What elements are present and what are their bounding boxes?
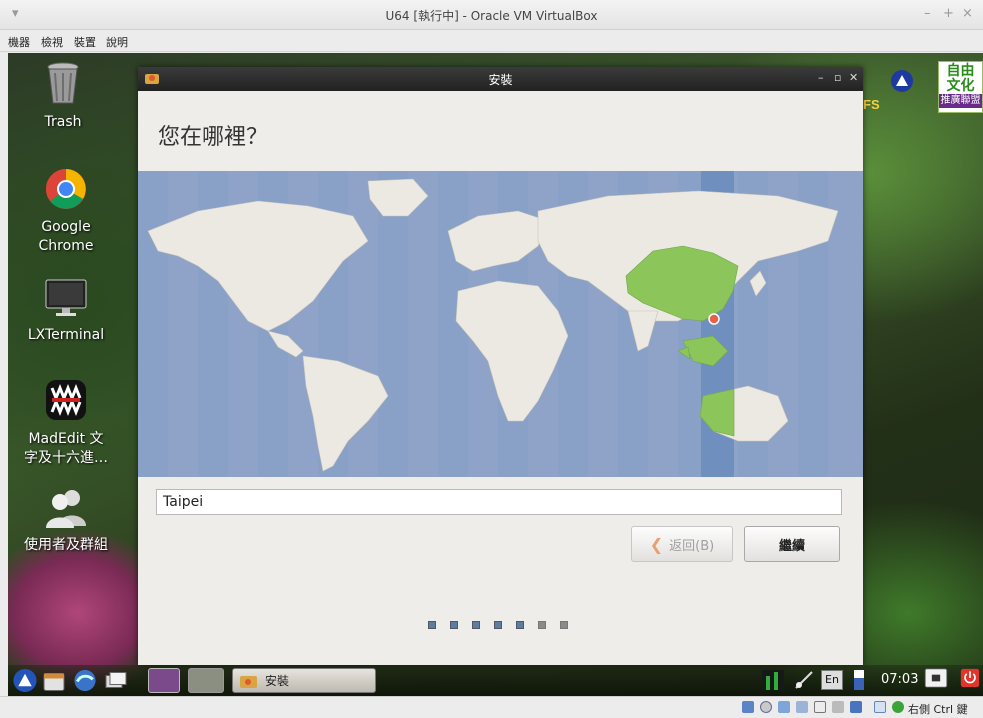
shared-folder-status-icon[interactable] (814, 701, 826, 713)
usb-status-icon[interactable] (832, 701, 844, 713)
desktop-icon-lxterminal[interactable]: LXTerminal (11, 278, 121, 345)
host-titlebar: ▾ U64 [執行中] - Oracle VM VirtualBox – + × (0, 0, 983, 30)
lxterminal-label: LXTerminal (27, 327, 105, 343)
back-button[interactable]: ❮ 返回(B) (631, 526, 733, 562)
trash-label: Trash (44, 114, 82, 130)
power-button-icon[interactable] (958, 668, 982, 688)
host-statusbar: 右側 Ctrl 鍵 (0, 696, 983, 718)
menu-launcher-icon[interactable] (12, 668, 38, 693)
desktop-icon-trash[interactable]: Trash (8, 61, 118, 132)
display-status-icon[interactable] (850, 701, 862, 713)
mouse-integration-icon[interactable] (892, 701, 904, 713)
installer-minimize-button[interactable]: – (818, 71, 824, 84)
chrome-icon (46, 169, 86, 209)
taskbar-window-label: 安裝 (265, 674, 290, 688)
step-dot (472, 621, 480, 629)
timezone-map[interactable] (138, 171, 863, 477)
guest-desktop: Trash Google Chrome LXTerminal MadEdit 文… (8, 53, 983, 696)
menu-machine[interactable]: 機器 (8, 34, 30, 50)
page-heading: 您在哪裡？ (158, 125, 269, 150)
menu-help[interactable]: 說明 (106, 34, 128, 50)
battery-icon (854, 670, 864, 690)
logo-text-top: 自由 (946, 63, 975, 79)
chrome-label-line1: Google (41, 219, 91, 235)
host-window-title: U64 [執行中] - Oracle VM VirtualBox (385, 9, 598, 23)
show-desktop-icon[interactable] (104, 669, 128, 694)
city-input[interactable]: Taipei (156, 489, 842, 515)
language-indicator[interactable]: En (821, 670, 843, 690)
installer-titlebar[interactable]: 安裝 – ▫ ✕ (138, 67, 863, 91)
workspace-2[interactable] (188, 668, 224, 693)
pen-status-icon[interactable] (778, 701, 790, 713)
step-indicator (428, 621, 568, 629)
step-dot (560, 621, 568, 629)
cpu-monitor-icon (762, 670, 784, 690)
desktop-icon-users[interactable]: 使用者及群組 (11, 488, 121, 555)
continue-button-label: 繼續 (778, 538, 805, 554)
step-dot (516, 621, 524, 629)
madedit-label-line1: MadEdit 文 (28, 431, 104, 447)
menu-view[interactable]: 檢視 (41, 34, 63, 50)
host-close-button[interactable]: × (962, 6, 973, 21)
installer-title: 安裝 (488, 73, 513, 87)
installer-window: 安裝 – ▫ ✕ 您在哪裡？ Taipei ❮ 返回(B) 繼續 (138, 67, 863, 665)
fs-logo-icon (890, 69, 914, 97)
screen-lock-icon[interactable] (922, 668, 950, 688)
monitor-icon (45, 279, 87, 316)
file-manager-icon[interactable] (42, 669, 66, 694)
desktop-icon-chrome[interactable]: Google Chrome (11, 168, 121, 256)
users-icon (46, 490, 86, 528)
host-key-label: 右側 Ctrl 鍵 (908, 703, 968, 716)
host-maximize-button[interactable]: + (943, 6, 954, 21)
back-button-label: 返回(B) (669, 538, 715, 554)
taskbar-window-installer[interactable]: 安裝 (232, 668, 376, 693)
clock[interactable]: 07:03 (881, 672, 918, 687)
madedit-label-line2: 字及十六進… (24, 450, 108, 466)
logo-text-mid: 文化 (946, 78, 975, 94)
logo-text-bottom: 推廣聯盟 (939, 94, 982, 108)
installer-close-button[interactable]: ✕ (849, 71, 858, 84)
installer-task-icon (240, 675, 257, 688)
host-menubar: 機器 檢視 裝置 說明 (0, 30, 983, 52)
step-dot (538, 621, 546, 629)
optical-status-icon[interactable] (760, 701, 772, 713)
browser-icon[interactable] (72, 668, 98, 693)
network-status-icon[interactable] (796, 701, 808, 713)
hdd-status-icon[interactable] (742, 701, 754, 713)
free-culture-logo: 自由 文化 推廣聯盟 (938, 61, 983, 113)
step-dot (494, 621, 502, 629)
step-dot (450, 621, 458, 629)
continue-button[interactable]: 繼續 (744, 526, 840, 562)
vt-status-icon[interactable] (874, 701, 886, 713)
world-map-graphic (138, 171, 839, 477)
users-label: 使用者及群組 (24, 537, 108, 553)
desktop-icon-madedit[interactable]: MadEdit 文 字及十六進… (11, 378, 121, 468)
fs-logo-text: FS (863, 97, 880, 112)
menu-devices[interactable]: 裝置 (74, 34, 96, 50)
taskbar-panel: 安裝 En 07:03 (8, 665, 983, 696)
installer-maximize-button[interactable]: ▫ (834, 71, 841, 84)
host-minimize-button[interactable]: – (924, 6, 931, 21)
trash-icon (47, 62, 79, 104)
back-arrow-icon: ❮ (649, 534, 664, 554)
workspace-1[interactable] (148, 668, 180, 693)
step-dot (428, 621, 436, 629)
location-pin-icon (708, 313, 720, 325)
madedit-icon (46, 380, 86, 420)
network-icon[interactable] (793, 670, 815, 690)
chrome-label-line2: Chrome (38, 238, 94, 254)
